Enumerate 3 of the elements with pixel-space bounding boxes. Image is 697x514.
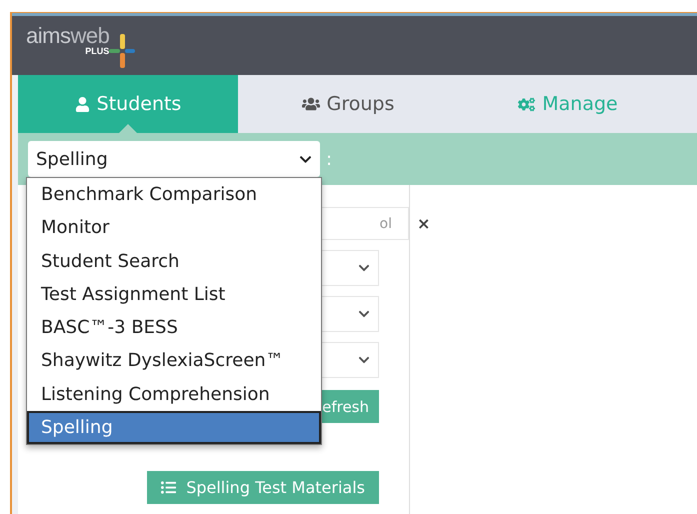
logo-text: aimsweb — [26, 24, 110, 48]
colon-label: : — [326, 148, 332, 170]
logo-subtext: PLUS — [85, 46, 110, 56]
